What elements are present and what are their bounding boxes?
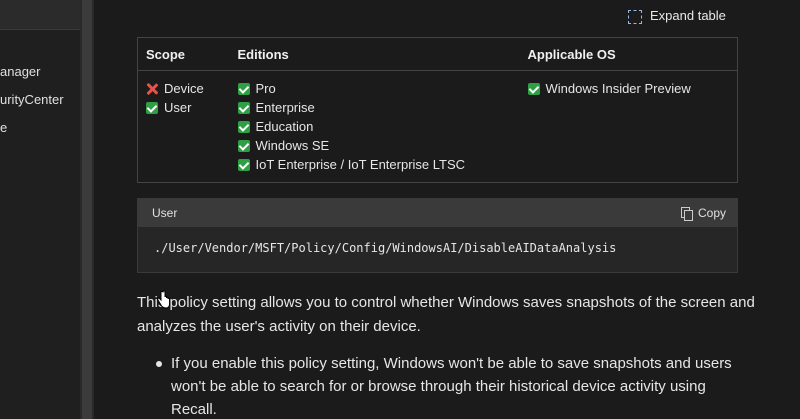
check-icon [237,82,250,95]
expand-table-button[interactable]: Expand table [628,8,726,24]
code-content[interactable]: ./User/Vendor/MSFT/Policy/Config/Windows… [138,227,737,255]
sidebar-header [0,0,80,30]
edition-item: Enterprise [237,98,512,117]
column-header-scope: Scope [137,37,230,71]
edition-label: IoT Enterprise / IoT Enterprise LTSC [255,157,466,172]
copy-button[interactable]: Copy [680,206,726,221]
code-language-label: User [152,206,178,220]
editions-cell: Pro Enterprise Education Windows SE IoT … [230,71,520,183]
edition-label: Enterprise [255,100,315,115]
sidebar-scrollbar-thumb[interactable] [82,0,92,419]
edition-item: Pro [237,79,512,98]
scope-user-label: User [164,100,192,115]
scope-device-label: Device [164,81,204,96]
cross-icon [146,83,158,95]
bullet-dot [156,361,162,367]
copy-icon [680,207,693,221]
check-icon [237,139,250,152]
code-block-header: User Copy [138,199,737,227]
check-icon [237,158,250,171]
check-icon [237,120,250,133]
code-block: User Copy ./User/Vendor/MSFT/Policy/Conf… [137,198,738,273]
edition-label: Windows SE [255,138,330,153]
policy-applicability-table: Scope Editions Applicable OS Device User [137,37,738,183]
sidebar-item-e[interactable]: e [0,120,7,135]
bullet-item: If you enable this policy setting, Windo… [171,355,732,418]
main-content: Expand table Scope Editions Applicable O… [94,0,800,419]
copy-label: Copy [697,206,726,220]
table-row: Device User Pro Enterprise Education Win… [138,71,738,183]
scope-cell: Device User [138,71,230,183]
os-label: Windows Insider Preview [545,81,691,96]
edition-item: IoT Enterprise / IoT Enterprise LTSC [237,155,512,174]
expand-table-label: Expand table [650,8,726,23]
edition-item: Windows SE [237,136,512,155]
scope-user: User [146,98,222,117]
check-icon [527,82,540,95]
scope-device: Device [146,79,222,98]
policy-description: This policy setting allows you to contro… [137,294,755,335]
check-icon [237,101,250,114]
check-icon [146,101,158,114]
sidebar-item-manager[interactable]: anager [0,64,40,79]
edition-label: Education [255,119,314,134]
hand-cursor-icon [157,290,170,309]
applicable-os-cell: Windows Insider Preview [520,71,738,183]
edition-label: Pro [255,81,276,96]
table-header-row: Scope Editions Applicable OS [137,37,738,71]
os-item: Windows Insider Preview [527,79,730,98]
column-header-applicable-os: Applicable OS [519,37,738,71]
column-header-editions: Editions [229,37,520,71]
edition-item: Education [237,117,512,136]
sidebar-item-securitycenter[interactable]: urityCenter [0,92,64,107]
expand-icon [628,9,642,24]
left-sidebar: anager urityCenter e [0,0,80,419]
